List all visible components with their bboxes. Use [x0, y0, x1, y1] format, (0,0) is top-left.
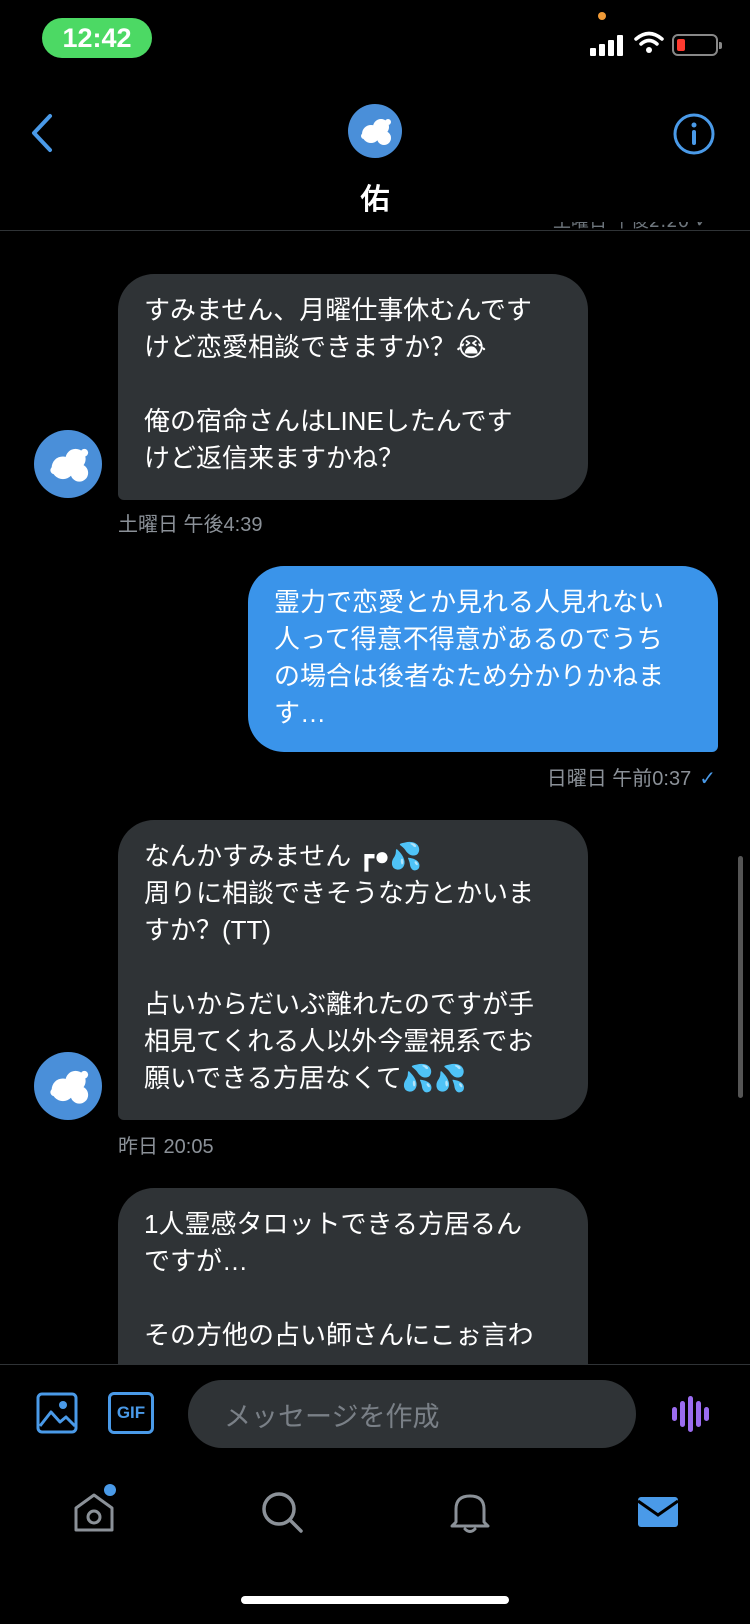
privacy-indicator: [598, 12, 606, 20]
notification-dot: [104, 1484, 116, 1496]
info-button[interactable]: [672, 112, 716, 156]
message-bubble-incoming[interactable]: すみません、月曜仕事休むんです けど恋愛相談できますか？😭 俺の宿命さんはLIN…: [118, 274, 588, 500]
message-bubble-incoming[interactable]: 1人霊感タロットできる方居るん ですが… その方他の占い師さんにこぉ言わ: [118, 1188, 588, 1364]
gif-button[interactable]: GIF: [108, 1392, 154, 1434]
message-bubble-incoming[interactable]: なんかすみません ┏●💦 周りに相談できそうな方とかいま すか？(TT) 占いか…: [118, 820, 588, 1120]
voice-message-icon[interactable]: [672, 1396, 712, 1432]
sent-check-icon: ✓: [699, 768, 716, 790]
messages-tab-icon[interactable]: [636, 1490, 680, 1534]
home-indicator[interactable]: [241, 1596, 509, 1604]
header-divider: [0, 230, 750, 231]
bear-icon: [50, 448, 89, 482]
composer-divider: [0, 1364, 750, 1365]
search-tab-icon[interactable]: [260, 1490, 304, 1534]
home-tab-icon[interactable]: [72, 1490, 116, 1534]
notifications-tab-icon[interactable]: [448, 1490, 492, 1534]
scrollbar[interactable]: [738, 856, 743, 1098]
message-timestamp: 土曜日 午後4:39: [118, 514, 263, 536]
bear-icon: [361, 119, 391, 145]
contact-avatar[interactable]: [34, 1052, 102, 1120]
message-bubble-outgoing[interactable]: 霊力で恋愛とか見れる人見れない 人って得意不得意があるのでうち の場合は後者なた…: [248, 566, 718, 752]
battery-icon: [672, 34, 722, 56]
message-timestamp: 日曜日 午前0:37 ✓: [547, 762, 716, 791]
conversation-title: 佑: [360, 182, 390, 216]
message-input[interactable]: メッセージを作成: [188, 1380, 636, 1448]
header-avatar[interactable]: [348, 104, 402, 158]
message-timestamp: 昨日 20:05: [118, 1136, 214, 1158]
wifi-icon: [634, 31, 664, 53]
back-button[interactable]: [24, 108, 58, 158]
status-time: 12:42: [42, 18, 152, 58]
bear-icon: [50, 1070, 89, 1104]
contact-avatar[interactable]: [34, 430, 102, 498]
image-icon[interactable]: [36, 1392, 78, 1434]
signal-icon: [590, 34, 628, 56]
timestamp-text: 日曜日 午前0:37: [546, 768, 692, 790]
